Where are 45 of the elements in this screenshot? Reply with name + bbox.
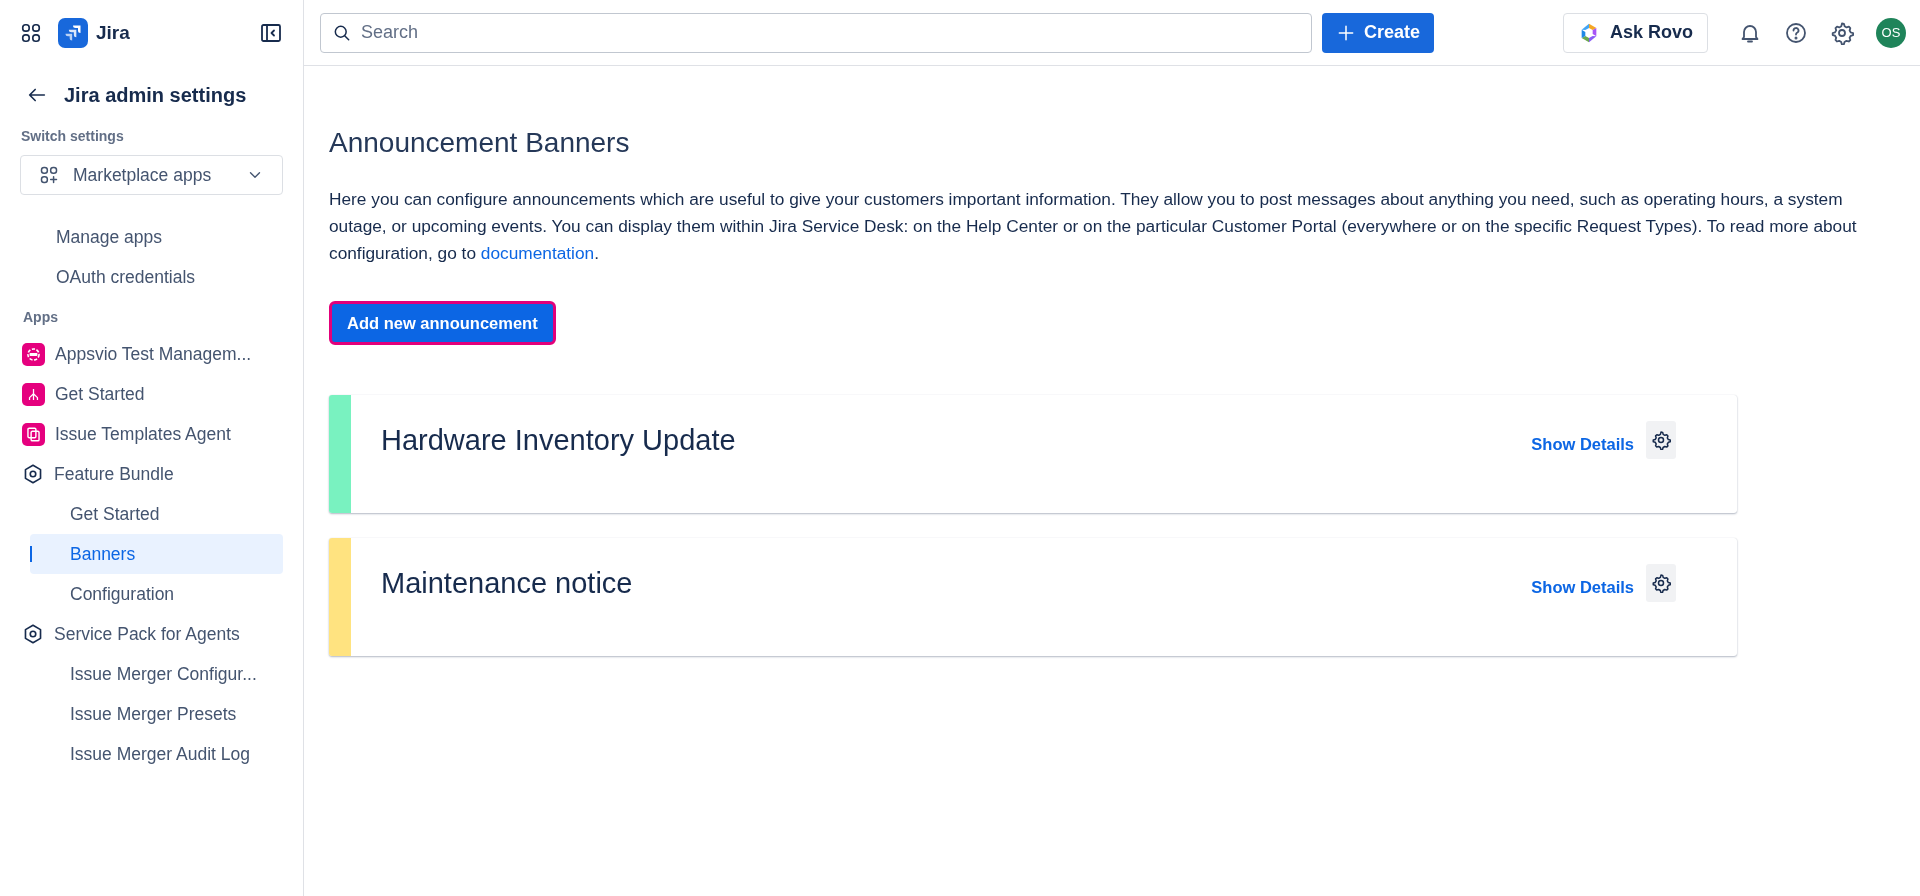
app-item[interactable]: Issue Templates Agent bbox=[22, 414, 283, 454]
intro-paragraph: Here you can configure announcements which are useful to give your customers important information. They allow you to post messages about anything you need, such as operating hours, a system outage, or upcoming events. You can display them within Jira Service Desk: on the Help Center or on the particular Customer Portal (everywhere or on the specific Request Types). To read more about configuration, go to documentation. bbox=[329, 187, 1858, 265]
settings-button[interactable] bbox=[1646, 564, 1676, 603]
sidebar-link[interactable]: Configuration bbox=[30, 574, 283, 614]
user-avatar[interactable]: OS bbox=[1876, 17, 1906, 48]
documentation-link[interactable]: documentation bbox=[480, 242, 595, 263]
search-field[interactable]: Search bbox=[320, 12, 1312, 53]
show-details-link[interactable]: Show Details bbox=[1531, 432, 1634, 458]
app-icon bbox=[22, 342, 45, 366]
app-item[interactable]: Get Started bbox=[22, 374, 283, 414]
sidebar-link[interactable]: Issue Merger Presets bbox=[30, 694, 283, 734]
announcement-title: Hardware Inventory Update bbox=[381, 423, 737, 459]
apps-add-icon bbox=[39, 165, 59, 185]
settings-dropdown[interactable]: Marketplace apps bbox=[20, 155, 283, 195]
sidebar-link[interactable]: OAuth credentials bbox=[20, 257, 283, 297]
app-icon bbox=[22, 382, 45, 406]
sidebar-title: Jira admin settings bbox=[64, 83, 247, 108]
settings-button[interactable] bbox=[1646, 421, 1676, 460]
hexagon-icon bbox=[22, 623, 44, 645]
app-name[interactable]: Jira bbox=[96, 18, 130, 48]
ask-rovo-button[interactable]: Ask Rovo bbox=[1562, 12, 1708, 53]
sidebar-link[interactable]: Issue Merger Configur... bbox=[30, 654, 283, 694]
help-icon[interactable] bbox=[1784, 20, 1808, 45]
show-details-link[interactable]: Show Details bbox=[1531, 575, 1634, 601]
add-announcement-button[interactable]: Add new announcement bbox=[329, 300, 556, 346]
gear-icon bbox=[1651, 430, 1671, 451]
sidebar-link[interactable]: Issue Merger Audit Log bbox=[30, 734, 283, 774]
app-grid-icon[interactable] bbox=[20, 22, 42, 44]
app-group-item[interactable]: Feature Bundle bbox=[22, 454, 283, 494]
collapse-sidebar-icon[interactable] bbox=[259, 21, 283, 45]
settings-icon[interactable] bbox=[1830, 20, 1854, 45]
section-label: Switch settings bbox=[20, 127, 125, 146]
gear-icon bbox=[1651, 573, 1671, 594]
sidebar-link[interactable]: Manage apps bbox=[20, 217, 283, 257]
sidebar-link[interactable]: Banners bbox=[30, 534, 283, 574]
announcement-title: Maintenance notice bbox=[381, 566, 634, 602]
app-item[interactable]: Appsvio Test Managem... bbox=[22, 334, 283, 374]
app-group-item[interactable]: Service Pack for Agents bbox=[22, 614, 283, 654]
app-icon bbox=[22, 422, 45, 446]
logo-icon[interactable] bbox=[58, 18, 88, 48]
hexagon-icon bbox=[22, 463, 44, 485]
create-button[interactable]: Create bbox=[1322, 12, 1435, 53]
page-title: Announcement Banners bbox=[329, 126, 631, 160]
section-label: Apps bbox=[22, 308, 59, 327]
sidebar-link[interactable]: Get Started bbox=[30, 494, 283, 534]
